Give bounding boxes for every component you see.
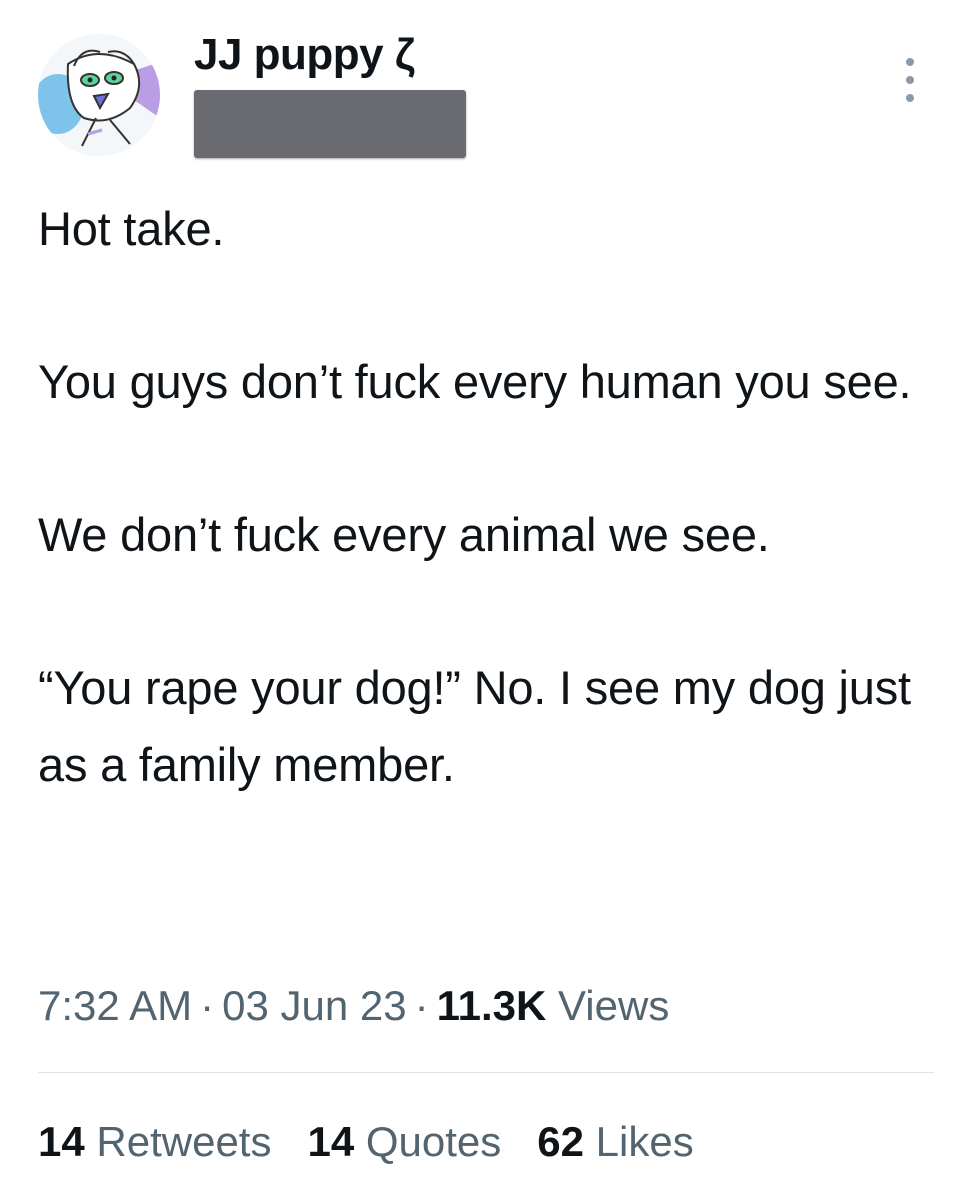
tweet-time[interactable]: 7:32 AM <box>38 982 192 1029</box>
avatar[interactable] <box>38 34 160 156</box>
tweet-paragraph: Hot take. <box>38 202 225 255</box>
tweet-paragraph: You guys don’t fuck every human you see. <box>38 355 912 408</box>
tweet-paragraph: “You rape your dog!” No. I see my dog ju… <box>38 661 911 791</box>
likes-label: Likes <box>595 1118 694 1165</box>
likes-stat[interactable]: 62 Likes <box>537 1118 693 1166</box>
retweets-label: Retweets <box>96 1118 272 1165</box>
dog-avatar-icon <box>38 34 160 156</box>
quotes-label: Quotes <box>365 1118 502 1165</box>
likes-count: 62 <box>537 1118 584 1165</box>
engagement-stats: 14 Retweets 14 Quotes 62 Likes <box>38 1118 694 1166</box>
tweet-paragraph: We don’t fuck every animal we see. <box>38 508 770 561</box>
tweet-date[interactable]: 03 Jun 23 <box>222 982 407 1029</box>
meta-separator: · <box>200 982 215 1029</box>
author-display-name[interactable]: JJ puppy ζ <box>194 30 415 80</box>
tweet-text: Hot take. You guys don’t fuck every huma… <box>38 190 948 803</box>
views-count[interactable]: 11.3K <box>437 982 547 1029</box>
more-options-button[interactable] <box>893 58 927 102</box>
divider <box>38 1072 934 1073</box>
retweets-count: 14 <box>38 1118 85 1165</box>
tweet-metadata: 7:32 AM · 03 Jun 23 · 11.3K Views <box>38 982 669 1030</box>
meta-separator: · <box>414 982 429 1029</box>
more-dot-icon <box>906 76 914 84</box>
views-label[interactable]: Views <box>558 982 669 1029</box>
more-dot-icon <box>906 58 914 66</box>
tweet-card: JJ puppy ζ Hot take. You guys don’t fuck… <box>0 0 969 1200</box>
quotes-count: 14 <box>307 1118 355 1165</box>
retweets-stat[interactable]: 14 Retweets <box>38 1118 271 1166</box>
redacted-handle <box>194 90 466 158</box>
quotes-stat[interactable]: 14 Quotes <box>307 1118 501 1166</box>
more-dot-icon <box>906 94 914 102</box>
